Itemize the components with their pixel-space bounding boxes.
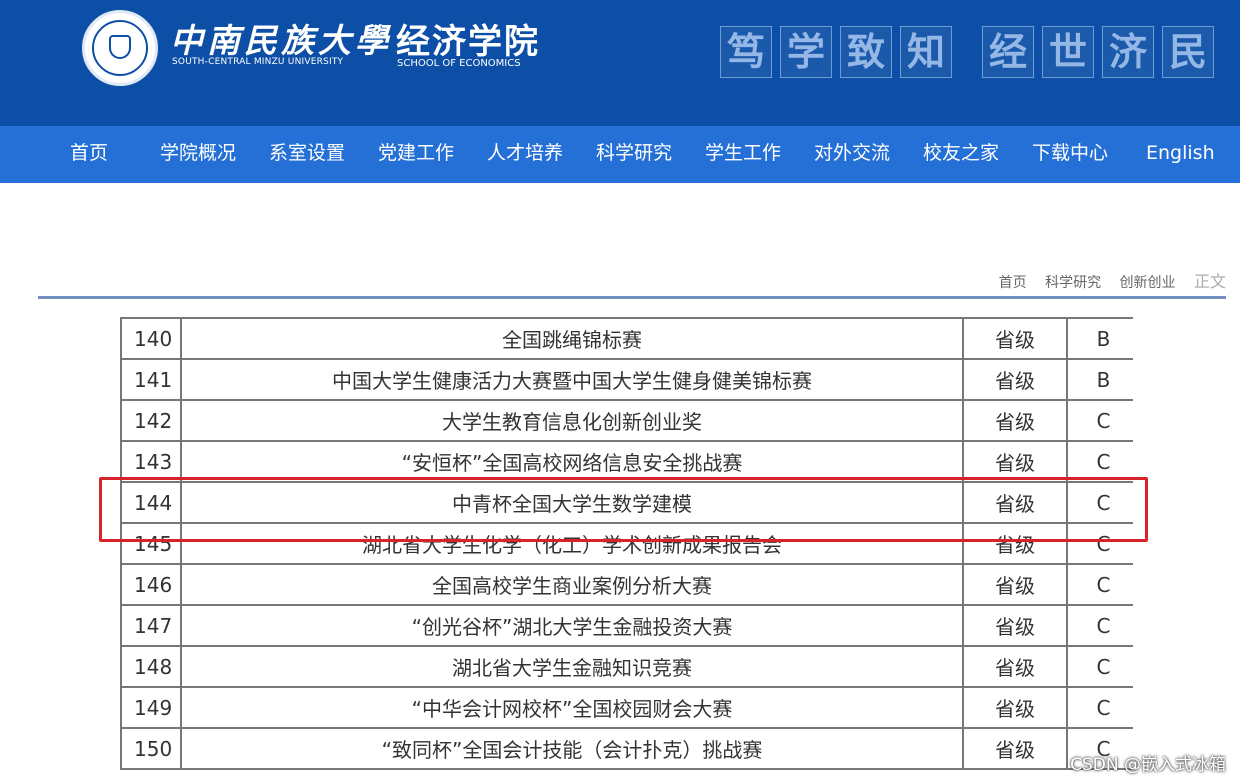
competition-level: 省级 xyxy=(962,604,1068,647)
nav-item-research[interactable]: 科学研究 xyxy=(596,126,672,183)
nav-item-home[interactable]: 首页 xyxy=(70,126,108,183)
university-name-en: SOUTH-CENTRAL MINZU UNIVERSITY xyxy=(172,57,344,67)
competition-name: 大学生教育信息化创新创业奖 xyxy=(180,399,964,442)
motto-char: 济 xyxy=(1102,26,1154,78)
row-number: 146 xyxy=(120,563,182,606)
motto-left: 笃 学 致 知 xyxy=(720,26,960,78)
table-row: 148 湖北省大学生金融知识竞赛 省级 C xyxy=(120,645,1133,688)
highlight-box xyxy=(99,477,1148,542)
nav-item-education[interactable]: 人才培养 xyxy=(487,126,563,183)
competition-grade: C xyxy=(1066,645,1133,688)
school-name: 经济学院 xyxy=(396,22,540,62)
nav-item-students[interactable]: 学生工作 xyxy=(705,126,781,183)
row-number: 140 xyxy=(120,317,182,360)
row-number: 149 xyxy=(120,686,182,729)
table-row: 141 中国大学生健康活力大赛暨中国大学生健身健美锦标赛 省级 B xyxy=(120,358,1133,401)
row-number: 143 xyxy=(120,440,182,483)
row-number: 141 xyxy=(120,358,182,401)
competition-name: “致同杯”全国会计技能（会计扑克）挑战赛 xyxy=(180,727,964,770)
motto-char: 笃 xyxy=(720,26,772,78)
competition-level: 省级 xyxy=(962,358,1068,401)
competition-table: 140 全国跳绳锦标赛 省级 B 141 中国大学生健康活力大赛暨中国大学生健身健美锦标赛… xyxy=(120,317,1133,770)
motto-char: 知 xyxy=(900,26,952,78)
row-number: 147 xyxy=(120,604,182,647)
table-row: 140 全国跳绳锦标赛 省级 B xyxy=(120,317,1133,360)
motto-char: 学 xyxy=(780,26,832,78)
competition-name: 湖北省大学生金融知识竞赛 xyxy=(180,645,964,688)
seal-emblem xyxy=(109,35,131,59)
competition-name: 全国跳绳锦标赛 xyxy=(180,317,964,360)
competition-level: 省级 xyxy=(962,317,1068,360)
competition-level: 省级 xyxy=(962,645,1068,688)
competition-name: “安恒杯”全国高校网络信息安全挑战赛 xyxy=(180,440,964,483)
breadcrumb-innovation[interactable]: 创新创业 xyxy=(1120,275,1176,291)
watermark: CSDN @嵌入式冰箱 xyxy=(1070,755,1226,775)
nav-item-departments[interactable]: 系室设置 xyxy=(269,126,345,183)
breadcrumb: 首页 科学研究 创新创业 正文 xyxy=(985,268,1226,292)
table-row: 143 “安恒杯”全国高校网络信息安全挑战赛 省级 C xyxy=(120,440,1133,483)
motto-char: 致 xyxy=(840,26,892,78)
nav-item-alumni[interactable]: 校友之家 xyxy=(923,126,999,183)
competition-level: 省级 xyxy=(962,727,1068,770)
table-row: 146 全国高校学生商业案例分析大赛 省级 C xyxy=(120,563,1133,606)
breadcrumb-research[interactable]: 科学研究 xyxy=(1045,275,1101,291)
competition-grade: B xyxy=(1066,358,1133,401)
motto-right: 经 世 济 民 xyxy=(982,26,1222,78)
motto-char: 民 xyxy=(1162,26,1214,78)
motto-char: 经 xyxy=(982,26,1034,78)
competition-grade: C xyxy=(1066,399,1133,442)
breadcrumb-current: 正文 xyxy=(1193,272,1226,291)
competition-grade: C xyxy=(1066,563,1133,606)
competition-level: 省级 xyxy=(962,686,1068,729)
nav-item-party[interactable]: 党建工作 xyxy=(378,126,454,183)
competition-grade: C xyxy=(1066,440,1133,483)
motto-char: 世 xyxy=(1042,26,1094,78)
competition-level: 省级 xyxy=(962,399,1068,442)
content-divider xyxy=(38,296,1226,299)
competition-grade: B xyxy=(1066,317,1133,360)
table-row: 142 大学生教育信息化创新创业奖 省级 C xyxy=(120,399,1133,442)
competition-level: 省级 xyxy=(962,563,1068,606)
university-seal-logo[interactable] xyxy=(82,10,158,86)
competition-name: “创光谷杯”湖北大学生金融投资大赛 xyxy=(180,604,964,647)
nav-item-about[interactable]: 学院概况 xyxy=(160,126,236,183)
site-header: 中南民族大學 SOUTH-CENTRAL MINZU UNIVERSITY 经济… xyxy=(0,0,1240,126)
competition-name: 全国高校学生商业案例分析大赛 xyxy=(180,563,964,606)
row-number: 142 xyxy=(120,399,182,442)
main-nav: 首页 学院概况 系室设置 党建工作 人才培养 科学研究 学生工作 对外交流 校友… xyxy=(0,126,1240,183)
competition-name: 中国大学生健康活力大赛暨中国大学生健身健美锦标赛 xyxy=(180,358,964,401)
row-number: 150 xyxy=(120,727,182,770)
nav-item-exchange[interactable]: 对外交流 xyxy=(814,126,890,183)
table-row: 147 “创光谷杯”湖北大学生金融投资大赛 省级 C xyxy=(120,604,1133,647)
breadcrumb-home[interactable]: 首页 xyxy=(999,275,1027,291)
table-row: 150 “致同杯”全国会计技能（会计扑克）挑战赛 省级 C xyxy=(120,727,1133,770)
row-number: 148 xyxy=(120,645,182,688)
nav-item-english[interactable]: English xyxy=(1146,126,1215,183)
competition-grade: C xyxy=(1066,604,1133,647)
school-name-en: SCHOOL OF ECONOMICS xyxy=(397,58,521,69)
competition-grade: C xyxy=(1066,686,1133,729)
competition-name: “中华会计网校杯”全国校园财会大赛 xyxy=(180,686,964,729)
nav-item-downloads[interactable]: 下载中心 xyxy=(1032,126,1108,183)
competition-level: 省级 xyxy=(962,440,1068,483)
university-name: 中南民族大學 xyxy=(170,21,392,60)
table-row: 149 “中华会计网校杯”全国校园财会大赛 省级 C xyxy=(120,686,1133,729)
